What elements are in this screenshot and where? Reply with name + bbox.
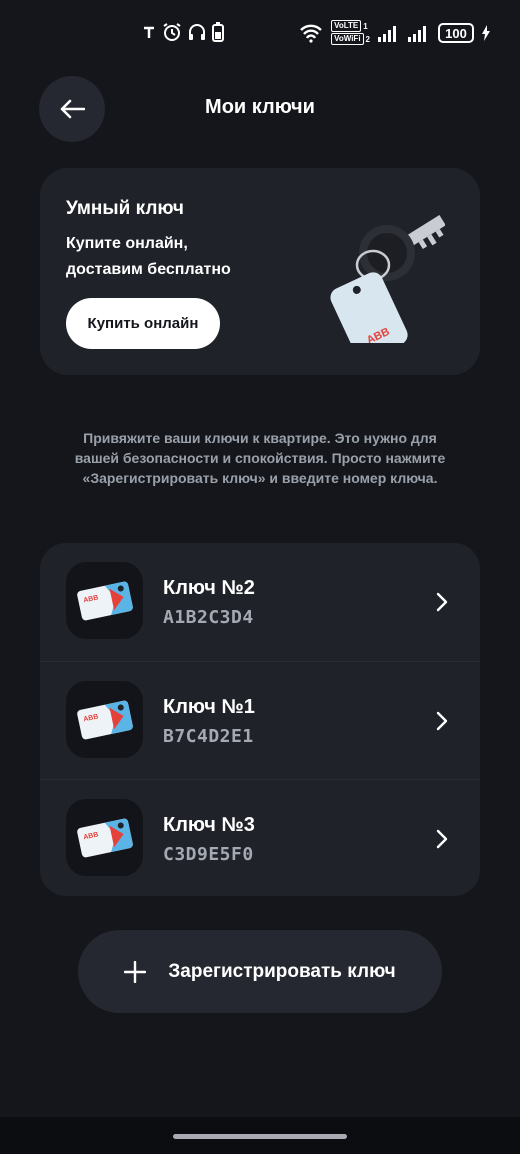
buy-online-button[interactable]: Купить онлайн	[66, 298, 220, 349]
key-card-thumbnail: ABB	[66, 562, 143, 639]
chevron-right-icon	[436, 592, 448, 612]
sim2-label: 2	[365, 34, 370, 44]
key-card-icon: ABB	[76, 818, 133, 857]
alarm-icon	[163, 23, 181, 41]
info-text: Привяжите ваши ключи к квартире. Это нуж…	[74, 430, 446, 486]
charging-icon	[482, 25, 490, 41]
key-card-icon: ABB	[76, 700, 133, 739]
promo-title: Умный ключ	[66, 198, 184, 219]
sim1-label: 1	[363, 21, 368, 31]
smart-key-promo-card: Умный ключ Купите онлайн, доставим беспл…	[40, 168, 480, 375]
register-key-button[interactable]: Зарегистрировать ключ	[78, 930, 442, 1013]
home-indicator[interactable]	[173, 1134, 347, 1139]
chevron-right-icon	[436, 829, 448, 849]
key-card-thumbnail: ABB	[66, 681, 143, 758]
key-name: Ключ №2	[163, 577, 255, 599]
key-card-thumbnail: ABB	[66, 799, 143, 876]
key-row-1[interactable]: ABB Ключ №1 B7C4D2E1	[40, 661, 480, 779]
system-nav-bar	[0, 1117, 520, 1154]
key-row-2[interactable]: ABB Ключ №2 A1B2C3D4	[40, 543, 480, 661]
page-title: Мои ключи	[205, 96, 315, 118]
status-bar: VoLTE 1 VoWiFi 2 100	[0, 0, 520, 70]
key-code: C3D9E5F0	[163, 844, 254, 865]
key-code: A1B2C3D4	[163, 607, 254, 628]
volte-label: VoLTE	[331, 20, 362, 32]
volte-indicator: VoLTE 1 VoWiFi 2	[331, 20, 370, 46]
keys-list: ABB Ключ №2 A1B2C3D4 ABB Ключ №1 B7C4D2E…	[40, 543, 480, 896]
key-name: Ключ №1	[163, 696, 255, 718]
headphones-icon	[189, 24, 205, 40]
key-row-3[interactable]: ABB Ключ №3 C3D9E5F0	[40, 779, 480, 896]
key-name: Ключ №3	[163, 814, 255, 836]
signal-strength-2-icon	[408, 26, 426, 42]
battery-saver-icon	[212, 22, 224, 42]
register-key-label: Зарегистрировать ключ	[168, 960, 396, 982]
status-right-icons: VoLTE 1 VoWiFi 2 100	[299, 20, 490, 46]
plus-icon	[124, 960, 147, 983]
key-fob-illustration: ABB	[330, 215, 445, 343]
status-left-icons	[142, 22, 224, 42]
signal-strength-icon	[378, 26, 396, 42]
signal-t-icon	[144, 26, 154, 38]
chevron-right-icon	[436, 711, 448, 731]
key-card-icon: ABB	[76, 581, 133, 620]
battery-level: 100	[438, 23, 474, 43]
key-code: B7C4D2E1	[163, 726, 254, 747]
vowifi-label: VoWiFi	[331, 33, 364, 45]
wifi-icon	[300, 24, 322, 43]
promo-text: Купите онлайн, доставим бесплатно	[66, 235, 231, 278]
